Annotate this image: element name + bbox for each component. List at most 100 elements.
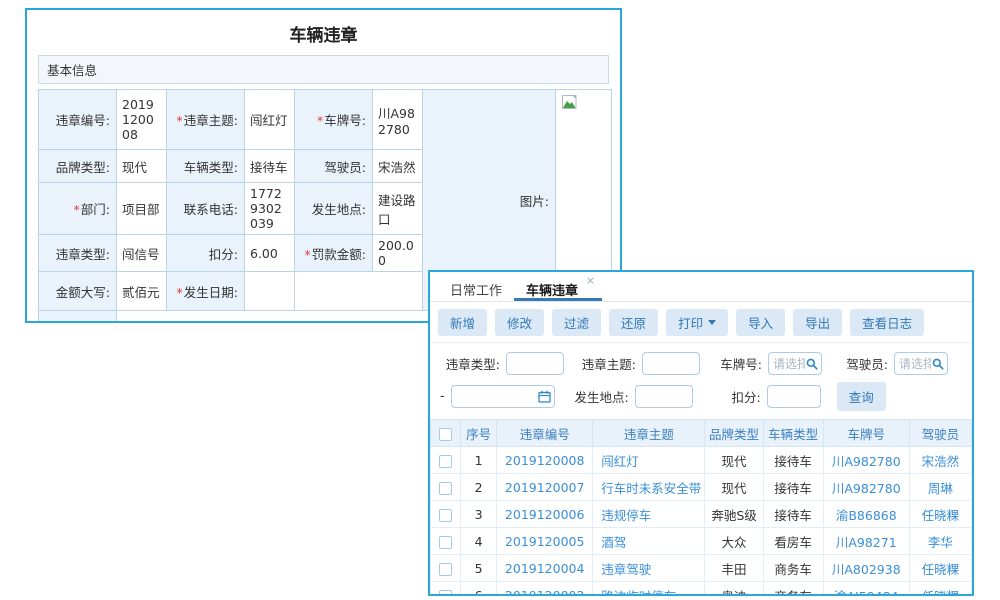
export-button[interactable]: 导出: [793, 309, 842, 336]
column-header-no[interactable]: 序号: [461, 420, 497, 447]
cell-subject[interactable]: 闯红灯: [593, 447, 705, 474]
field-location-value: 建设路口: [373, 183, 423, 235]
cell-code[interactable]: 2019120002: [497, 582, 593, 597]
tab-close-icon[interactable]: ×: [586, 274, 595, 287]
search-location-label: 发生地点:: [569, 387, 629, 406]
search-icon[interactable]: [806, 358, 818, 370]
row-checkbox[interactable]: [439, 509, 452, 522]
cell-code[interactable]: 2019120007: [497, 474, 593, 501]
row-checkbox[interactable]: [439, 536, 452, 549]
cell-vehicle-type: 接待车: [763, 447, 823, 474]
column-header-subject[interactable]: 违章主题: [593, 420, 705, 447]
search-points-input[interactable]: [767, 385, 821, 408]
cell-subject[interactable]: 路边临时停车: [593, 582, 705, 597]
search-location-input[interactable]: [635, 385, 693, 408]
cell-code[interactable]: 2019120005: [497, 528, 593, 555]
table-row: 4 2019120005 酒驾 大众 看房车 川A98271 李华: [431, 528, 972, 555]
field-department-label: *部门:: [39, 183, 117, 235]
cell-plate[interactable]: 川A982780: [823, 474, 909, 501]
cell-plate[interactable]: 渝AJ59484: [823, 582, 909, 597]
field-department-value: 项目部: [117, 183, 167, 235]
column-header-vehicle-type[interactable]: 车辆类型: [763, 420, 823, 447]
search-points-label: 扣分:: [713, 387, 761, 406]
field-fine-value: 200.00: [373, 235, 423, 272]
view-log-button[interactable]: 查看日志: [850, 309, 924, 336]
cell-plate[interactable]: 渝B86868: [823, 501, 909, 528]
calendar-icon[interactable]: [538, 390, 551, 403]
cell-subject[interactable]: 违规停车: [593, 501, 705, 528]
field-points-label: 扣分:: [167, 235, 245, 272]
cell-no: 3: [461, 501, 497, 528]
search-violation-type-label: 违章类型:: [436, 354, 500, 373]
row-checkbox[interactable]: [439, 455, 452, 468]
print-button[interactable]: 打印: [666, 309, 728, 336]
checkbox-cell[interactable]: [431, 447, 461, 474]
column-header-driver[interactable]: 驾驶员: [909, 420, 971, 447]
field-amount-words-value: 贰佰元: [117, 272, 167, 311]
column-header-brand[interactable]: 品牌类型: [705, 420, 763, 447]
cell-code[interactable]: 2019120008: [497, 447, 593, 474]
cell-driver[interactable]: 任晓粿: [909, 582, 971, 597]
violation-list-panel: 日常工作 车辆违章 × 新增 修改 过滤 还原 打印 导入 导出 查看日志 违章…: [428, 270, 974, 596]
select-all-checkbox[interactable]: [439, 428, 452, 441]
select-all-header[interactable]: [431, 420, 461, 447]
search-violation-type-input[interactable]: [506, 352, 564, 375]
edit-button[interactable]: 修改: [495, 309, 544, 336]
table-row: 1 2019120008 闯红灯 现代 接待车 川A982780 宋浩然: [431, 447, 972, 474]
cell-vehicle-type: 接待车: [763, 501, 823, 528]
cell-plate[interactable]: 川A802938: [823, 555, 909, 582]
cell-no: 6: [461, 582, 497, 597]
column-header-code[interactable]: 违章编号: [497, 420, 593, 447]
cell-code[interactable]: 2019120006: [497, 501, 593, 528]
field-vehicle-type-value: 接待车: [245, 150, 295, 183]
cell-driver[interactable]: 周琳: [909, 474, 971, 501]
required-mark: *: [317, 113, 323, 128]
cell-plate[interactable]: 川A982780: [823, 447, 909, 474]
cell-driver[interactable]: 李华: [909, 528, 971, 555]
search-icon[interactable]: [932, 358, 944, 370]
add-button[interactable]: 新增: [438, 309, 487, 336]
cell-plate[interactable]: 川A98271: [823, 528, 909, 555]
checkbox-cell[interactable]: [431, 555, 461, 582]
cell-brand: 大众: [705, 528, 763, 555]
field-violation-type-value: 闯信号: [117, 235, 167, 272]
cell-brand: 奔驰S级: [705, 501, 763, 528]
cell-subject[interactable]: 违章驾驶: [593, 555, 705, 582]
search-driver-label: 驾驶员:: [840, 354, 888, 373]
table-row: 6 2019120002 路边临时停车 奥迪 商务车 渝AJ59484 任晓粿: [431, 582, 972, 597]
tab-vehicle-violation[interactable]: 车辆违章 ×: [514, 272, 602, 301]
cell-vehicle-type: 接待车: [763, 474, 823, 501]
reset-button[interactable]: 还原: [609, 309, 658, 336]
row-checkbox[interactable]: [439, 482, 452, 495]
cell-driver[interactable]: 宋浩然: [909, 447, 971, 474]
search-subject-input[interactable]: [642, 352, 700, 375]
search-row-1: 违章类型: 违章主题: 车牌号: 驾驶员:: [434, 352, 968, 375]
row-checkbox[interactable]: [439, 563, 452, 576]
row-checkbox[interactable]: [439, 590, 452, 597]
field-driver-value: 宋浩然: [373, 150, 423, 183]
cell-subject[interactable]: 酒驾: [593, 528, 705, 555]
cell-subject[interactable]: 行车时未系安全带: [593, 474, 705, 501]
table-row: 2 2019120007 行车时未系安全带 现代 接待车 川A982780 周琳: [431, 474, 972, 501]
checkbox-cell[interactable]: [431, 582, 461, 597]
cell-no: 1: [461, 447, 497, 474]
cell-driver[interactable]: 任晓粿: [909, 555, 971, 582]
tab-daily-work[interactable]: 日常工作: [438, 272, 514, 301]
field-vehicle-type-label: 车辆类型:: [167, 150, 245, 183]
checkbox-cell[interactable]: [431, 528, 461, 555]
checkbox-cell[interactable]: [431, 474, 461, 501]
cell-code[interactable]: 2019120004: [497, 555, 593, 582]
filter-button[interactable]: 过滤: [552, 309, 601, 336]
field-plate-value: 川A982780: [373, 90, 423, 150]
checkbox-cell[interactable]: [431, 501, 461, 528]
search-subject-label: 违章主题:: [576, 354, 636, 373]
toolbar: 新增 修改 过滤 还原 打印 导入 导出 查看日志: [430, 302, 972, 343]
column-header-plate[interactable]: 车牌号: [823, 420, 909, 447]
query-button[interactable]: 查询: [837, 382, 886, 411]
cell-driver[interactable]: 任晓粿: [909, 501, 971, 528]
search-area: 违章类型: 违章主题: 车牌号: 驾驶员:: [430, 343, 972, 417]
field-amount-words-label: 金额大写:: [39, 272, 117, 311]
section-header: 基本信息: [38, 55, 609, 84]
import-button[interactable]: 导入: [736, 309, 785, 336]
field-date-label: *发生日期:: [167, 272, 245, 311]
